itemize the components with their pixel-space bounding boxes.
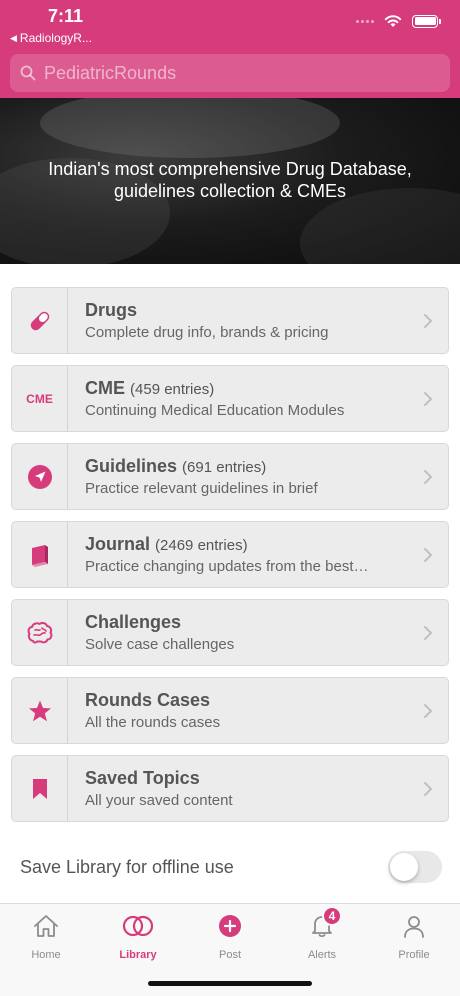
item-count: (2469 entries) [155, 537, 248, 554]
brain-icon [27, 621, 52, 644]
pill-icon [30, 311, 49, 330]
tab-alerts[interactable]: 4 Alerts [276, 904, 368, 964]
person-icon [404, 916, 424, 938]
bottom-tab-bar: Home Library Post 4 Alerts Profile [0, 903, 460, 996]
search-bar[interactable] [10, 54, 450, 92]
tab-library[interactable]: Library [92, 904, 184, 964]
tab-label: Alerts [307, 949, 337, 961]
navigation-arrow-icon [27, 464, 52, 489]
item-count: (459 entries) [130, 381, 215, 398]
back-to-app-link[interactable]: ◀ RadiologyR... [10, 31, 92, 45]
item-subtitle: Practice relevant guidelines in brief [85, 480, 318, 497]
status-time: 7:11 [48, 6, 84, 26]
item-title: Guidelines [85, 456, 178, 476]
wifi-icon [384, 15, 402, 27]
library-list: Drugs Complete drug info, brands & prici… [11, 287, 449, 833]
item-title: Journal [85, 534, 151, 554]
item-subtitle: Solve case challenges [85, 636, 235, 653]
hero-banner: Indian's most comprehensive Drug Databas… [0, 98, 460, 264]
chevron-right-icon [424, 625, 432, 640]
item-subtitle: Continuing Medical Education Modules [85, 402, 345, 419]
chevron-right-icon [424, 547, 432, 562]
tab-home[interactable]: Home [0, 904, 92, 964]
item-title: Rounds Cases [85, 690, 211, 710]
library-item-saved-topics[interactable]: Saved Topics All your saved content [11, 755, 449, 822]
top-header: 7:11 ◀ RadiologyR... [0, 0, 460, 98]
item-subtitle: Complete drug info, brands & pricing [85, 324, 329, 341]
home-icon [34, 915, 58, 937]
offline-toggle[interactable] [388, 851, 442, 883]
search-icon [20, 65, 36, 81]
battery-icon [412, 14, 441, 28]
status-indicators [356, 14, 441, 28]
item-subtitle: All your saved content [85, 792, 233, 809]
search-input[interactable] [44, 62, 424, 84]
back-triangle-icon: ◀ [10, 32, 17, 43]
chevron-right-icon [424, 313, 432, 328]
library-item-cme[interactable]: CME CME (459 entries) Continuing Medical… [11, 365, 449, 432]
item-title: Saved Topics [85, 768, 200, 788]
tab-profile[interactable]: Profile [368, 904, 460, 964]
library-item-rounds-cases[interactable]: Rounds Cases All the rounds cases [11, 677, 449, 744]
item-subtitle: All the rounds cases [85, 714, 221, 731]
home-indicator [148, 981, 312, 986]
library-rings-icon [122, 915, 154, 937]
tab-label: Profile [398, 949, 430, 961]
banner-text: Indian's most comprehensive Drug Databas… [48, 159, 412, 201]
cellular-signal-icon [356, 19, 374, 23]
tab-post[interactable]: Post [184, 904, 276, 964]
library-item-journal[interactable]: Journal (2469 entries) Practice changing… [11, 521, 449, 588]
toggle-knob [390, 853, 418, 881]
item-title: Challenges [85, 612, 182, 632]
chevron-right-icon [424, 469, 432, 484]
tab-label: Library [119, 949, 157, 961]
tab-label: Home [31, 949, 61, 961]
bookmark-icon [32, 778, 47, 799]
alerts-badge: 4 [322, 906, 342, 926]
star-icon [28, 700, 51, 721]
offline-setting-row: Save Library for offline use [20, 850, 442, 884]
item-title: Drugs [85, 300, 138, 320]
library-item-drugs[interactable]: Drugs Complete drug info, brands & prici… [11, 287, 449, 354]
item-count: (691 entries) [182, 459, 267, 476]
chevron-right-icon [424, 703, 432, 718]
item-title: CME [85, 378, 125, 398]
tab-label: Post [218, 949, 241, 961]
offline-label: Save Library for offline use [20, 856, 234, 877]
chevron-right-icon [424, 781, 432, 796]
library-item-guidelines[interactable]: Guidelines (691 entries) Practice releva… [11, 443, 449, 510]
book-icon [31, 544, 48, 567]
library-item-challenges[interactable]: Challenges Solve case challenges [11, 599, 449, 666]
cme-icon: CME [26, 391, 53, 406]
item-subtitle: Practice changing updates from the best… [85, 558, 369, 575]
chevron-right-icon [424, 391, 432, 406]
back-app-label: RadiologyR... [19, 31, 92, 45]
plus-circle-icon [219, 915, 241, 937]
